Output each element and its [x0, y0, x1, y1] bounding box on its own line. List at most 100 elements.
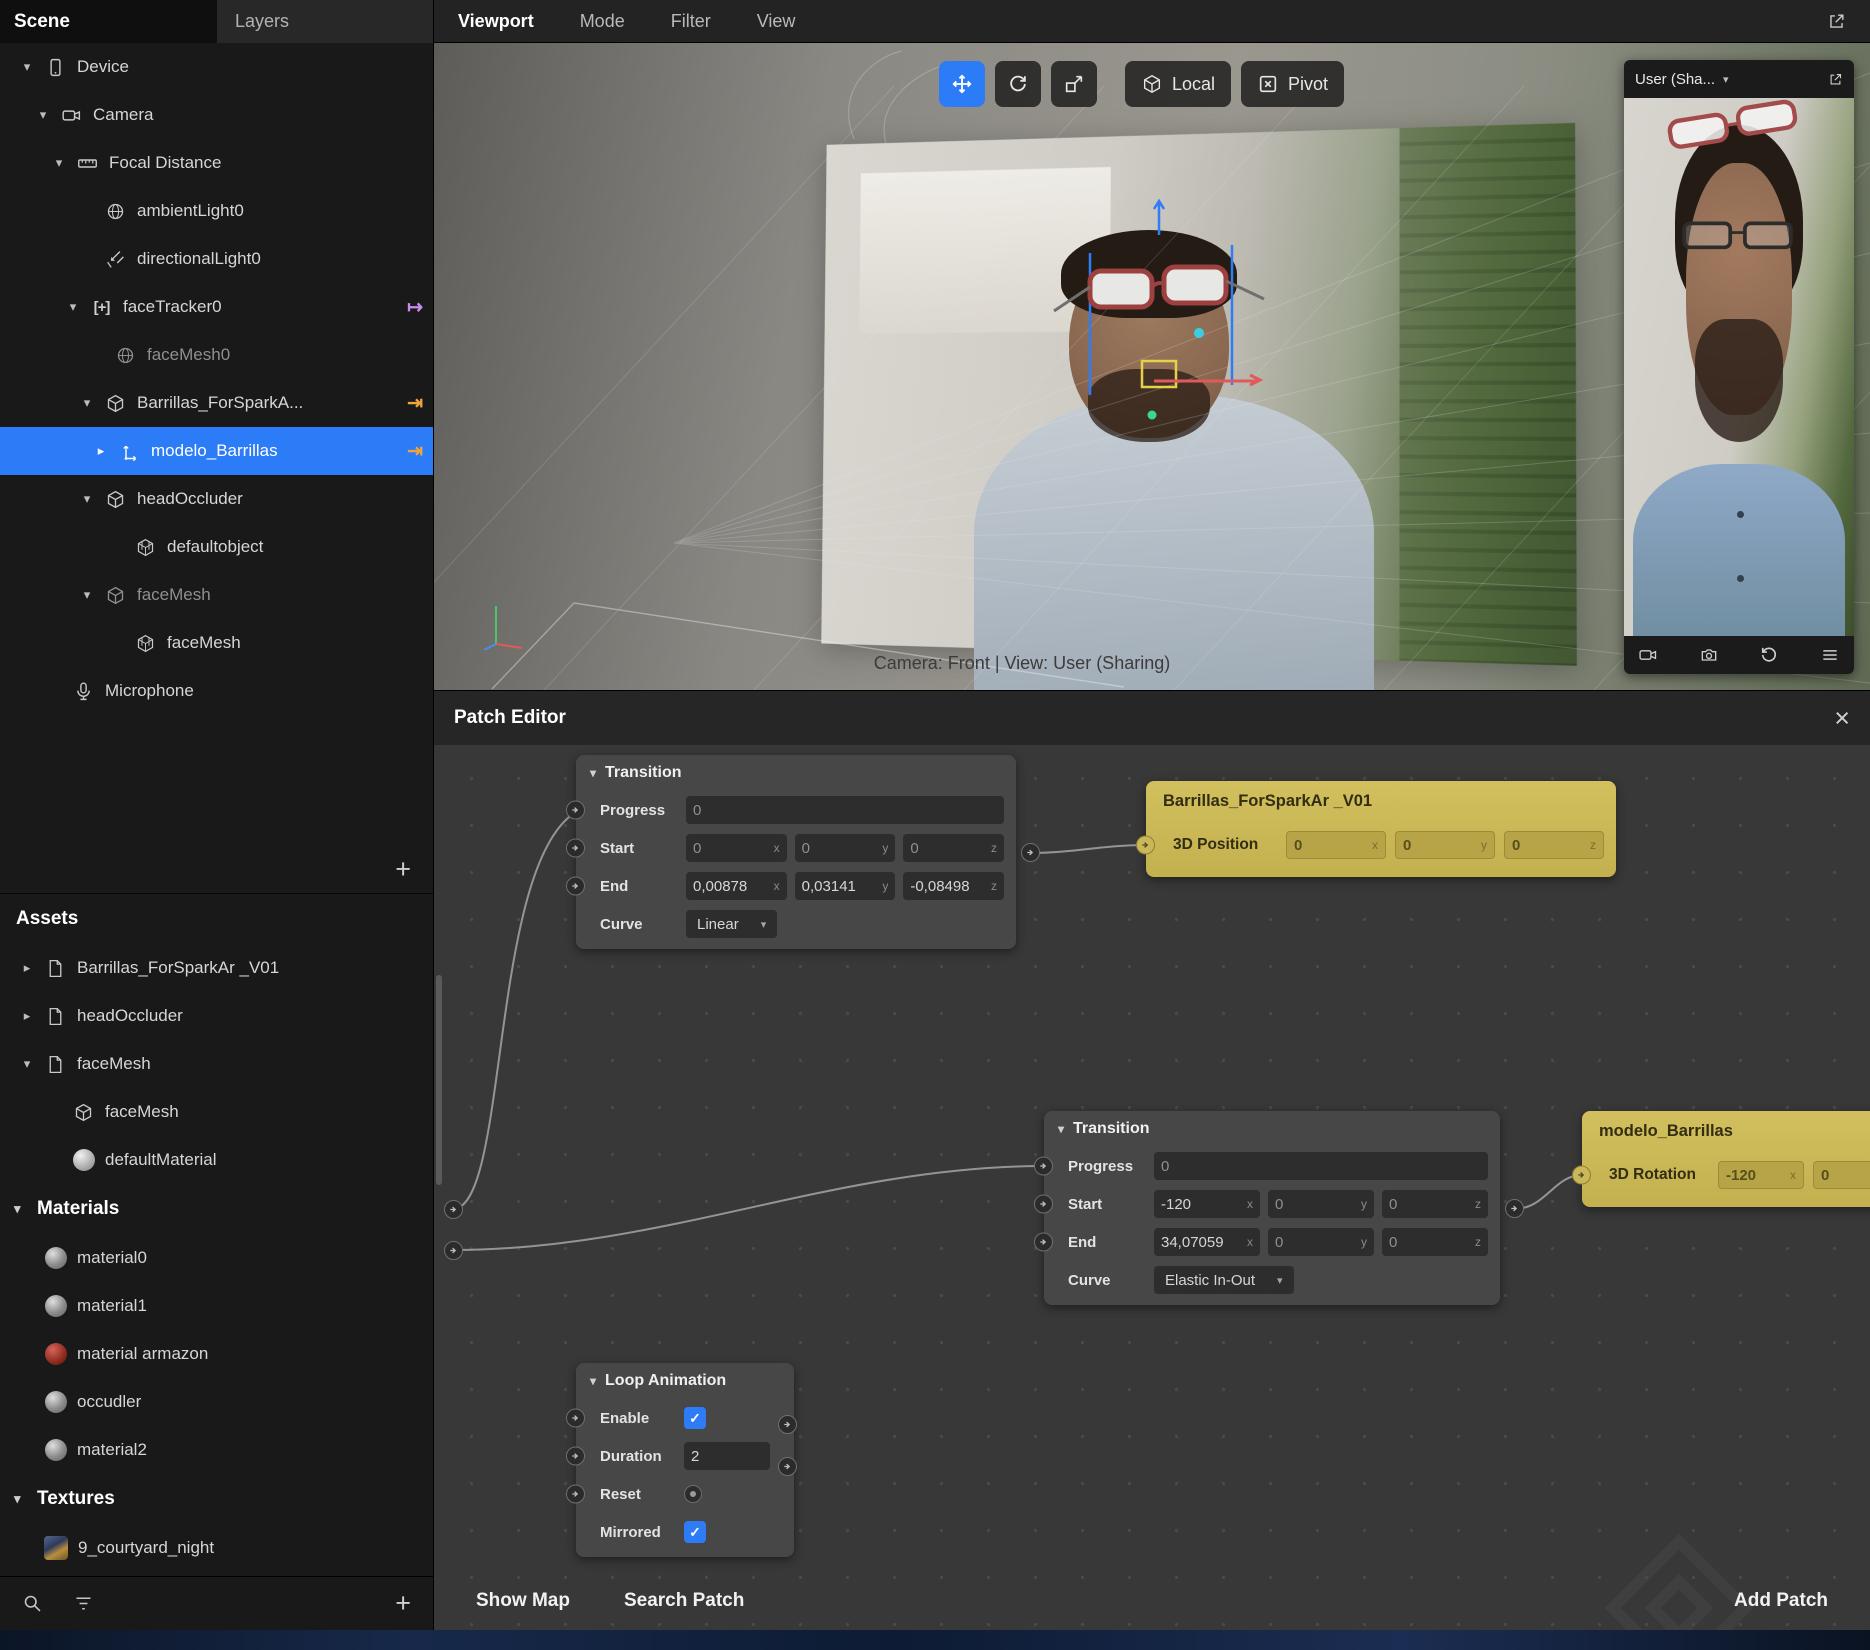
caret-down-icon[interactable]: ▾ [20, 59, 34, 75]
loop-output-port[interactable] [778, 1415, 797, 1434]
close-icon[interactable]: × [1834, 705, 1850, 732]
curve-select[interactable]: Elastic In-Out ▾ [1154, 1266, 1294, 1294]
popout-icon[interactable] [1828, 72, 1843, 87]
expand-viewport-icon[interactable] [1827, 12, 1846, 31]
menu-mode[interactable]: Mode [580, 11, 625, 32]
caret-down-icon[interactable]: ▾ [590, 766, 596, 780]
patch-barrillas-3d-position[interactable]: Barrillas_ForSparkAr _V01 3D Position x … [1146, 781, 1616, 877]
texture-item[interactable]: 9_courtyard_night [0, 1524, 433, 1572]
caret-down-icon[interactable]: ▾ [80, 491, 94, 507]
input-port[interactable] [1034, 1233, 1053, 1252]
input-port[interactable] [566, 801, 585, 820]
asset-item-facemesh-child[interactable]: ▾ faceMesh [0, 1088, 433, 1136]
patch-loop-animation[interactable]: ▾ Loop Animation Enable ✓ Duration [576, 1363, 794, 1557]
add-scene-object-button[interactable]: + [395, 856, 411, 883]
asset-item-facemesh[interactable]: ▾ faceMesh [0, 1040, 433, 1088]
caret-down-icon[interactable]: ▾ [66, 299, 80, 315]
scene-item-barrillas[interactable]: ▾ Barrillas_ForSparkA... ⇥ [0, 379, 433, 427]
user-panel-header[interactable]: User (Sha... ▾ [1624, 60, 1854, 98]
scene-item-modelo-barrillas[interactable]: ▸ modelo_Barrillas ⇥ [0, 427, 433, 475]
start-x-input[interactable]: x [1154, 1190, 1260, 1218]
chevron-down-icon[interactable]: ▾ [1723, 73, 1729, 86]
enable-checkbox[interactable]: ✓ [684, 1407, 706, 1429]
material-item[interactable]: occudler [0, 1378, 433, 1426]
rotate-tool-button[interactable] [995, 61, 1041, 107]
textures-section-title[interactable]: ▾ Textures [0, 1474, 433, 1524]
scene-item-facemesh0[interactable]: ▾ faceMesh0 [0, 331, 433, 379]
reset-pulse-button[interactable] [684, 1485, 702, 1503]
patch-header[interactable]: ▾ Transition [1044, 1111, 1500, 1147]
start-x-input[interactable]: x [686, 834, 787, 862]
scene-item-device[interactable]: ▾ Device [0, 43, 433, 91]
end-x-input[interactable]: x [1154, 1228, 1260, 1256]
tab-layers[interactable]: Layers [217, 0, 433, 43]
end-y-input[interactable]: y [795, 872, 896, 900]
patch-header[interactable]: ▾ Transition [576, 755, 1016, 791]
end-z-input[interactable]: z [1382, 1228, 1488, 1256]
video-camera-icon[interactable] [1638, 645, 1658, 665]
start-z-input[interactable]: z [903, 834, 1004, 862]
caret-down-icon[interactable]: ▾ [36, 107, 50, 123]
patch-transition-1[interactable]: ▾ Transition Progress Start x y z [576, 755, 1016, 949]
scene-item-headoccluder[interactable]: ▾ headOccluder [0, 475, 433, 523]
wire-source-port[interactable] [444, 1200, 463, 1219]
scene-item-facetracker0[interactable]: ▾ [+] faceTracker0 ↦ [0, 283, 433, 331]
caret-down-icon[interactable]: ▾ [80, 395, 94, 411]
start-y-input[interactable]: y [1268, 1190, 1374, 1218]
caret-down-icon[interactable]: ▾ [80, 587, 94, 603]
flip-camera-icon[interactable] [1759, 645, 1779, 665]
local-space-button[interactable]: Local [1125, 61, 1231, 107]
progress-input[interactable] [686, 796, 1004, 824]
end-z-input[interactable]: z [903, 872, 1004, 900]
canvas-scrollbar[interactable] [436, 975, 442, 1185]
mirrored-checkbox[interactable]: ✓ [684, 1521, 706, 1543]
scene-item-focal-distance[interactable]: ▾ Focal Distance [0, 139, 433, 187]
scene-item-defaultobject[interactable]: ▾ defaultobject [0, 523, 433, 571]
output-port[interactable] [1021, 843, 1040, 862]
end-y-input[interactable]: y [1268, 1228, 1374, 1256]
end-x-input[interactable]: x [686, 872, 787, 900]
caret-down-icon[interactable]: ▾ [52, 155, 66, 171]
input-port[interactable] [566, 1485, 585, 1504]
add-patch-button[interactable]: Add Patch [1734, 1590, 1828, 1612]
asset-item-headoccluder[interactable]: ▸ headOccluder [0, 992, 433, 1040]
menu-view[interactable]: View [757, 11, 796, 32]
duration-input[interactable] [684, 1442, 770, 1470]
input-port[interactable] [1034, 1157, 1053, 1176]
material-item[interactable]: material armazon [0, 1330, 433, 1378]
input-port[interactable] [1136, 836, 1155, 855]
show-map-button[interactable]: Show Map [476, 1590, 570, 1612]
position-z-input[interactable]: z [1504, 831, 1604, 859]
scene-item-microphone[interactable]: ▾ Microphone [0, 667, 433, 715]
scene-item-directionallight0[interactable]: ▾ directionalLight0 [0, 235, 433, 283]
add-asset-button[interactable]: + [395, 1590, 411, 1617]
menu-viewport[interactable]: Viewport [458, 11, 534, 32]
position-y-input[interactable]: y [1395, 831, 1495, 859]
search-icon[interactable] [22, 1593, 43, 1614]
caret-down-icon[interactable]: ▾ [590, 1374, 596, 1388]
scene-item-facemesh-group[interactable]: ▾ faceMesh [0, 571, 433, 619]
patch-input-badge[interactable]: ⇥ [407, 392, 423, 415]
material-item[interactable]: material0 [0, 1234, 433, 1282]
asset-item-barrillas[interactable]: ▸ Barrillas_ForSparkAr _V01 [0, 944, 433, 992]
position-x-input[interactable]: x [1286, 831, 1386, 859]
start-y-input[interactable]: y [795, 834, 896, 862]
input-port[interactable] [566, 877, 585, 896]
material-item[interactable]: material2 [0, 1426, 433, 1474]
filter-icon[interactable] [73, 1593, 94, 1614]
patch-transition-2[interactable]: ▾ Transition Progress Start x y z [1044, 1111, 1500, 1305]
pivot-button[interactable]: Pivot [1241, 61, 1344, 107]
output-port[interactable] [1505, 1199, 1524, 1218]
input-port[interactable] [566, 1409, 585, 1428]
patch-header[interactable]: ▾ Loop Animation [576, 1363, 794, 1399]
input-port[interactable] [1034, 1195, 1053, 1214]
snapshot-icon[interactable] [1699, 645, 1719, 665]
materials-section-title[interactable]: ▾ Materials [0, 1184, 433, 1234]
scale-tool-button[interactable] [1051, 61, 1097, 107]
asset-item-defaultmaterial[interactable]: ▾ defaultMaterial [0, 1136, 433, 1184]
patch-canvas[interactable]: ▾ Transition Progress Start x y z [434, 745, 1870, 1630]
search-patch-button[interactable]: Search Patch [624, 1590, 744, 1612]
patch-modelo-3d-rotation[interactable]: modelo_Barrillas 3D Rotation x [1582, 1111, 1870, 1207]
tab-scene[interactable]: Scene [0, 0, 217, 43]
rotation-x-input[interactable]: x [1718, 1161, 1804, 1189]
